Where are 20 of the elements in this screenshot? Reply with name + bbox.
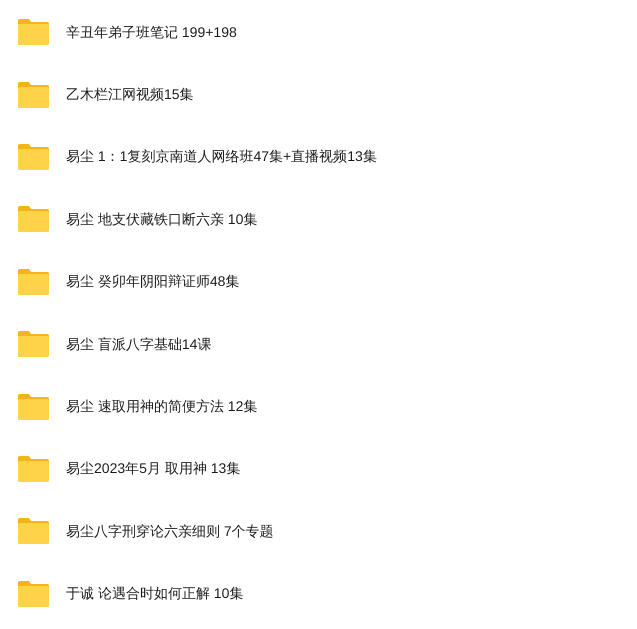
folder-name[interactable]: 易尘 癸卯年阴阳辩证师48集 [66,271,240,292]
folder-name[interactable]: 辛丑年弟子班笔记 199+198 [66,22,237,43]
folder-icon[interactable] [18,19,49,46]
folder-icon[interactable] [18,580,49,607]
folder-name[interactable]: 易尘 速取用神的简便方法 12集 [66,396,258,418]
folder-icon[interactable] [18,268,49,295]
folder-name[interactable]: 易尘2023年5月 取用神 13集 [66,458,240,480]
folder-icon[interactable] [18,144,49,170]
folder-icon[interactable] [18,518,49,544]
folder-name[interactable]: 易尘 盲派八字基础14课 [66,334,212,355]
folder-name[interactable]: 易尘 地支伏藏铁口断六亲 10集 [66,208,258,230]
folder-icon[interactable] [18,331,49,358]
folder-icon[interactable] [18,82,49,108]
folder-name[interactable]: 乙木栏江网视频15集 [66,84,194,106]
folder-icon[interactable] [18,456,49,482]
folder-name[interactable]: 于诚 论遇合时如何正解 10集 [66,583,244,604]
folder-name[interactable]: 易尘八字刑穿论六亲细则 7个专题 [66,520,274,542]
folder-name[interactable]: 易尘 1：1复刻京南道人网络班47集+直播视频13集 [66,146,377,168]
folder-icon[interactable] [18,394,49,420]
folder-icon[interactable] [18,206,49,232]
